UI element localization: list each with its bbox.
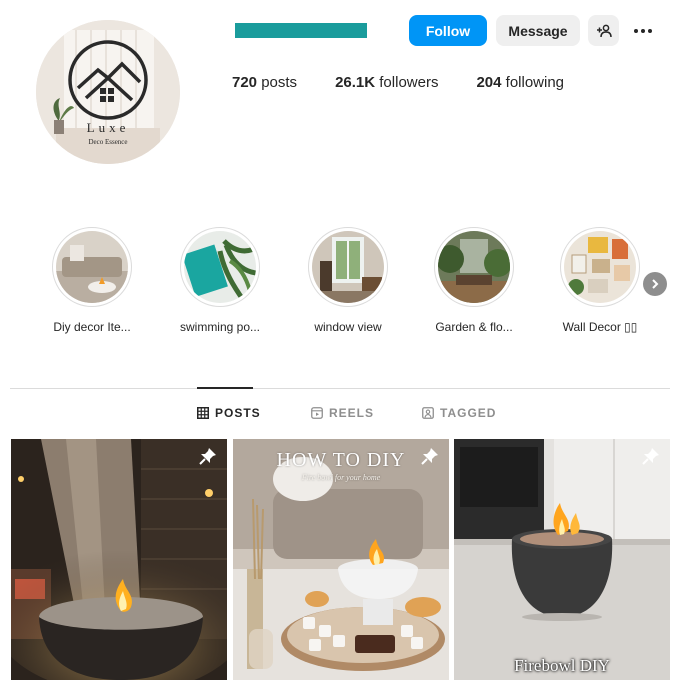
- profile-stats: 720 posts 26.1K followers 204 following: [232, 74, 602, 91]
- post-image: [454, 439, 670, 680]
- following-label: following: [505, 74, 565, 91]
- highlight-label: window view: [314, 320, 382, 334]
- reels-icon: [311, 407, 323, 419]
- posts-label: posts: [261, 74, 298, 91]
- posts-count: 720: [232, 74, 258, 91]
- tagged-person-icon: [422, 407, 434, 419]
- post-overlay-title: HOW TO DIY: [276, 449, 406, 471]
- highlight-cover: [180, 227, 260, 307]
- following-stat[interactable]: 204 following: [476, 74, 564, 91]
- pinned-icon: [642, 448, 659, 465]
- highlight-cover: [52, 227, 132, 307]
- post-caption: Firebowl DIY: [514, 656, 610, 675]
- post-thumbnail[interactable]: HOW TO DIY Fire bowl for your home: [233, 439, 449, 680]
- tab-tagged[interactable]: TAGGED: [422, 406, 496, 420]
- active-tab-indicator: [197, 387, 253, 389]
- highlight-cover: [434, 227, 514, 307]
- tabs-divider: [10, 388, 670, 389]
- chevron-right-icon: [652, 279, 659, 289]
- highlight-cover: [308, 227, 388, 307]
- followers-label: followers: [379, 74, 439, 91]
- highlight-swimming-pool[interactable]: swimming po...: [160, 227, 280, 334]
- grid-icon: [197, 407, 209, 419]
- followers-count: 26.1K: [335, 74, 376, 91]
- luxe-logo: Luxe Deco Essence: [36, 20, 180, 164]
- tab-reels[interactable]: REELS: [311, 406, 374, 420]
- pinned-icon: [421, 448, 438, 465]
- highlight-window-view[interactable]: window view: [288, 227, 408, 334]
- post-overlay-subtitle: Fire bowl for your home: [301, 473, 381, 482]
- tab-posts[interactable]: POSTS: [197, 406, 261, 420]
- add-person-icon: [596, 24, 612, 37]
- profile-avatar[interactable]: Luxe Deco Essence: [36, 20, 180, 164]
- highlight-label: Diy decor Ite...: [53, 320, 131, 334]
- posts-stat[interactable]: 720 posts: [232, 74, 297, 91]
- highlights-next-button[interactable]: [643, 272, 667, 296]
- tab-reels-label: REELS: [329, 406, 375, 420]
- logo-text: Luxe: [87, 120, 130, 135]
- suggest-users-button[interactable]: [588, 15, 619, 46]
- pinned-icon: [199, 448, 216, 465]
- highlight-diy-decor[interactable]: Diy decor Ite...: [32, 227, 152, 334]
- highlight-label: swimming po...: [179, 320, 261, 334]
- message-button[interactable]: Message: [496, 15, 580, 46]
- tab-tagged-label: TAGGED: [440, 406, 497, 420]
- highlight-label: Wall Decor ▯▯: [562, 320, 638, 334]
- following-count: 204: [476, 74, 502, 91]
- username-redacted: [235, 23, 367, 38]
- followers-stat[interactable]: 26.1K followers: [335, 74, 438, 91]
- post-thumbnail[interactable]: Firebowl DIY: [454, 439, 670, 680]
- tab-posts-label: POSTS: [215, 406, 261, 420]
- highlight-wall-decor[interactable]: Wall Decor ▯▯: [540, 227, 660, 334]
- highlight-garden[interactable]: Garden & flo...: [414, 227, 534, 334]
- logo-subtext: Deco Essence: [88, 138, 127, 146]
- post-image: [11, 439, 227, 680]
- post-thumbnail[interactable]: [11, 439, 227, 680]
- more-options-icon[interactable]: [628, 15, 658, 46]
- highlight-cover: [560, 227, 640, 307]
- follow-button[interactable]: Follow: [409, 15, 487, 46]
- highlight-label: Garden & flo...: [435, 320, 513, 334]
